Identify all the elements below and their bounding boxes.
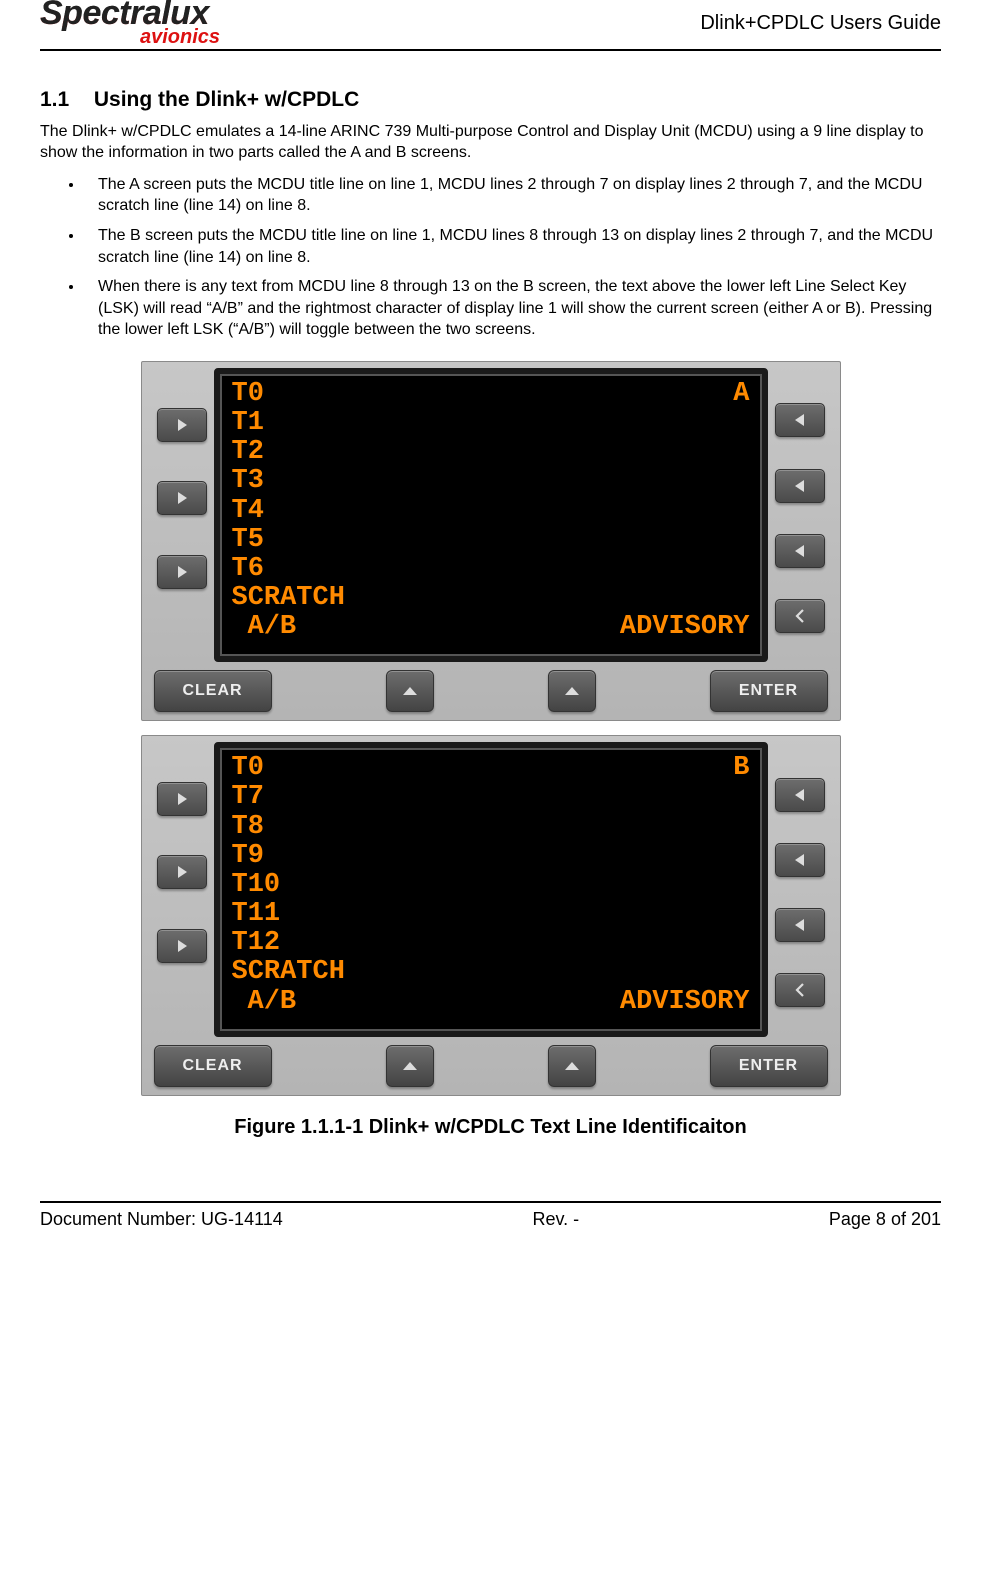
triangle-right-icon: [174, 564, 190, 580]
text-line: T12: [232, 929, 281, 958]
clear-button[interactable]: CLEAR: [154, 670, 272, 712]
text-line: T11: [232, 900, 281, 929]
section-intro: The Dlink+ w/CPDLC emulates a 14-line AR…: [40, 121, 941, 164]
title-right: A: [733, 380, 749, 409]
text-line: T5: [232, 526, 264, 555]
mcdu-screen-a: T0 A T1 T2 T3 T4 T5 T6 SCRATCH A/B ADVISO…: [214, 368, 768, 662]
section-title: Using the Dlink+ w/CPDLC: [94, 88, 359, 111]
scroll-up-button[interactable]: [548, 1045, 596, 1087]
scratch-line: SCRATCH: [232, 958, 345, 987]
lsk-left-3[interactable]: [157, 929, 207, 963]
clear-button[interactable]: CLEAR: [154, 1045, 272, 1087]
mcdu-screen-b: T0 B T7 T8 T9 T10 T11 T12 SCRATCH A/B ADV…: [214, 742, 768, 1036]
logo-sub: avionics: [140, 27, 220, 47]
title-right: B: [733, 754, 749, 783]
section-number: 1.1: [40, 86, 88, 114]
text-line: T2: [232, 438, 264, 467]
page-footer: Document Number: UG-14114 Rev. - Page 8 …: [40, 1201, 941, 1231]
figure-caption: Figure 1.1.1-1 Dlink+ w/CPDLC Text Line …: [234, 1114, 747, 1141]
lsk-left-1[interactable]: [157, 408, 207, 442]
scratch-line: SCRATCH: [232, 584, 345, 613]
enter-label: ENTER: [739, 680, 798, 702]
lsk-right-3[interactable]: [775, 908, 825, 942]
ab-label: A/B: [248, 613, 398, 642]
lsk-right-1[interactable]: [775, 778, 825, 812]
triangle-right-icon: [174, 791, 190, 807]
page-header: Spectralux avionics Dlink+CPDLC Users Gu…: [40, 0, 941, 51]
bullet-item: When there is any text from MCDU line 8 …: [84, 276, 941, 341]
scroll-up-button[interactable]: [386, 670, 434, 712]
text-line: T8: [232, 813, 264, 842]
text-line: T9: [232, 842, 264, 871]
lsk-column-left: [150, 742, 214, 1036]
title-left: T0: [232, 754, 264, 783]
figure: T0 A T1 T2 T3 T4 T5 T6 SCRATCH A/B ADVISO…: [40, 361, 941, 1141]
footer-right: Page 8 of 201: [829, 1207, 941, 1231]
lsk-right-2[interactable]: [775, 843, 825, 877]
logo: Spectralux avionics: [40, 0, 220, 47]
document-title: Dlink+CPDLC Users Guide: [700, 10, 941, 37]
enter-label: ENTER: [739, 1055, 798, 1077]
triangle-right-icon: [174, 938, 190, 954]
lsk-right-2[interactable]: [775, 469, 825, 503]
triangle-right-icon: [174, 864, 190, 880]
lsk-column-right: [768, 368, 832, 662]
triangle-up-icon: [563, 1060, 581, 1072]
triangle-left-icon: [792, 917, 808, 933]
lsk-right-4[interactable]: [775, 973, 825, 1007]
bullet-item: The A screen puts the MCDU title line on…: [84, 174, 941, 217]
chevron-left-icon: [792, 608, 808, 624]
chevron-left-icon: [792, 982, 808, 998]
mcdu-unit-a: T0 A T1 T2 T3 T4 T5 T6 SCRATCH A/B ADVISO…: [141, 361, 841, 721]
triangle-up-icon: [401, 1060, 419, 1072]
lsk-right-4[interactable]: [775, 599, 825, 633]
advisory-label: ADVISORY: [620, 988, 750, 1017]
scroll-up-button[interactable]: [548, 670, 596, 712]
lsk-left-2[interactable]: [157, 855, 207, 889]
triangle-left-icon: [792, 787, 808, 803]
triangle-right-icon: [174, 490, 190, 506]
lsk-left-3[interactable]: [157, 555, 207, 589]
mcdu-unit-b: T0 B T7 T8 T9 T10 T11 T12 SCRATCH A/B ADV…: [141, 735, 841, 1095]
enter-button[interactable]: ENTER: [710, 1045, 828, 1087]
text-line: T10: [232, 871, 281, 900]
enter-button[interactable]: ENTER: [710, 670, 828, 712]
lsk-right-3[interactable]: [775, 534, 825, 568]
triangle-right-icon: [174, 417, 190, 433]
lsk-left-1[interactable]: [157, 782, 207, 816]
section-bullets: The A screen puts the MCDU title line on…: [40, 174, 941, 341]
advisory-label: ADVISORY: [620, 613, 750, 642]
bullet-item: The B screen puts the MCDU title line on…: [84, 225, 941, 268]
scroll-up-button[interactable]: [386, 1045, 434, 1087]
footer-center: Rev. -: [533, 1207, 580, 1231]
triangle-left-icon: [792, 543, 808, 559]
lsk-column-right: [768, 742, 832, 1036]
triangle-left-icon: [792, 412, 808, 428]
footer-left: Document Number: UG-14114: [40, 1207, 283, 1231]
text-line: T6: [232, 555, 264, 584]
text-line: T7: [232, 783, 264, 812]
text-line: T4: [232, 497, 264, 526]
text-line: T3: [232, 467, 264, 496]
triangle-left-icon: [792, 852, 808, 868]
section-heading: 1.1 Using the Dlink+ w/CPDLC: [40, 86, 941, 114]
clear-label: CLEAR: [182, 1055, 242, 1077]
triangle-up-icon: [401, 685, 419, 697]
lsk-left-2[interactable]: [157, 481, 207, 515]
lsk-right-1[interactable]: [775, 403, 825, 437]
logo-main: Spectralux: [40, 0, 209, 27]
triangle-up-icon: [563, 685, 581, 697]
text-line: T1: [232, 409, 264, 438]
clear-label: CLEAR: [182, 680, 242, 702]
ab-label: A/B: [248, 988, 398, 1017]
triangle-left-icon: [792, 478, 808, 494]
title-left: T0: [232, 380, 264, 409]
lsk-column-left: [150, 368, 214, 662]
